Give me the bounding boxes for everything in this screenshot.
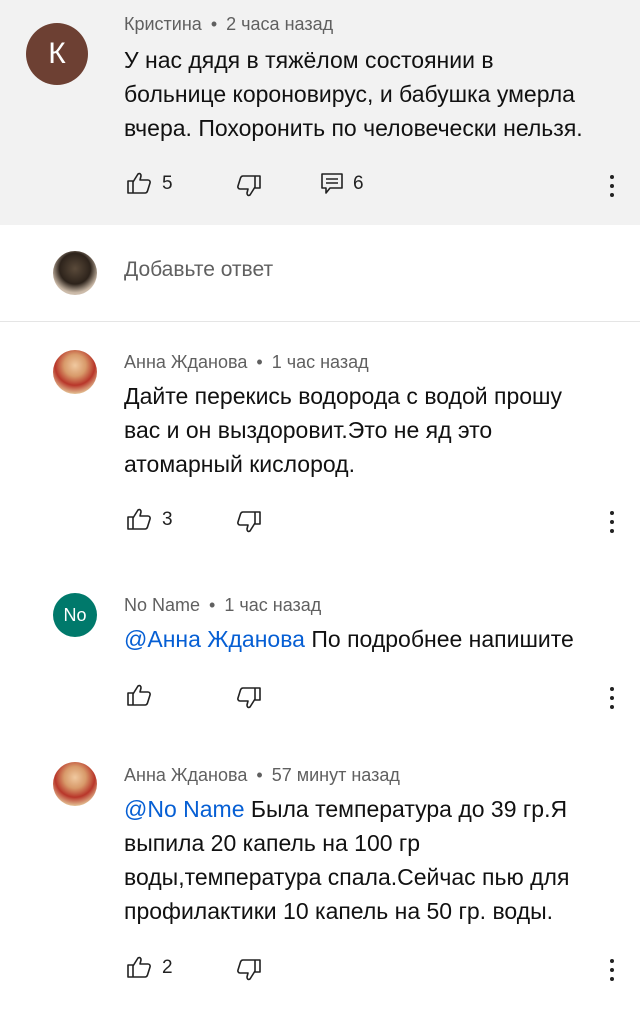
timestamp: 1 час назад [271,352,369,372]
comment-text: Дайте перекись водорода с водой прошу ва… [124,379,562,481]
text-line: больнице короновирус, и бабушка умерла [124,81,575,107]
text-line: Была температура до 39 гр.Я [244,796,568,822]
dislike-icon[interactable] [236,686,262,710]
timestamp: 2 часа назад [226,14,334,34]
mention-link[interactable]: @No Name [124,796,245,822]
comment-text: У нас дядя в тяжёлом состоянии в больниц… [124,43,583,145]
like-count: 2 [162,957,173,978]
dislike-icon[interactable] [236,958,262,982]
text-line: вас и он выздоровит.Это не яд это [124,417,493,443]
comment-meta: Анна Жданова • 57 минут назад [124,765,400,786]
comment-text: @No Name Была температура до 39 гр.Я вып… [124,792,569,928]
separator: • [210,14,218,34]
add-reply-input[interactable]: Добавьте ответ [124,258,273,282]
like-icon[interactable] [126,171,152,195]
separator: • [256,352,263,372]
divider [0,321,640,322]
comment-meta: Кристина • 2 часа назад [124,14,333,35]
avatar[interactable] [53,762,97,806]
timestamp: 57 минут назад [271,765,400,785]
text-line: Дайте перекись водорода с водой прошу [124,383,562,409]
avatar[interactable] [53,350,97,394]
text-line: вчера. Похоронить по человечески нельзя. [124,115,583,141]
like-count: 3 [162,509,173,530]
dislike-icon[interactable] [236,510,262,534]
comment-meta: No Name • 1 час назад [124,595,321,616]
more-icon[interactable] [609,687,615,711]
avatar[interactable]: No [53,593,97,637]
separator: • [209,595,216,615]
author-name[interactable]: No Name [124,595,200,615]
user-avatar [53,251,97,295]
text-line: атомарный кислород. [124,451,355,477]
more-icon[interactable] [609,175,615,199]
author-name[interactable]: Кристина [124,14,202,34]
text-line: У нас дядя в тяжёлом состоянии в [124,47,494,73]
text-line: По подробнее напишите [304,626,574,652]
like-icon[interactable] [126,507,152,531]
comment-meta: Анна Жданова • 1 час назад [124,352,369,373]
like-count: 5 [162,173,173,194]
author-name[interactable]: Анна Жданова [124,765,247,785]
author-name[interactable]: Анна Жданова [124,352,247,372]
dislike-icon[interactable] [236,174,262,198]
comment-text: @Анна Жданова По подробнее напишите [124,622,574,656]
like-icon[interactable] [126,683,152,707]
text-line: воды,температура спала.Сейчас пью для [124,864,570,890]
mention-link[interactable]: @Анна Жданова [124,626,305,652]
separator: • [256,765,263,785]
like-icon[interactable] [126,955,152,979]
text-line: выпила 20 капель на 100 гр [124,830,421,856]
timestamp: 1 час назад [224,595,322,615]
more-icon[interactable] [609,511,615,535]
reply-count[interactable]: 6 [353,173,364,195]
reply-icon[interactable] [320,172,344,196]
avatar[interactable]: К [26,23,88,85]
more-icon[interactable] [609,959,615,983]
text-line: профилактики 10 капель на 50 гр. воды. [124,898,554,924]
